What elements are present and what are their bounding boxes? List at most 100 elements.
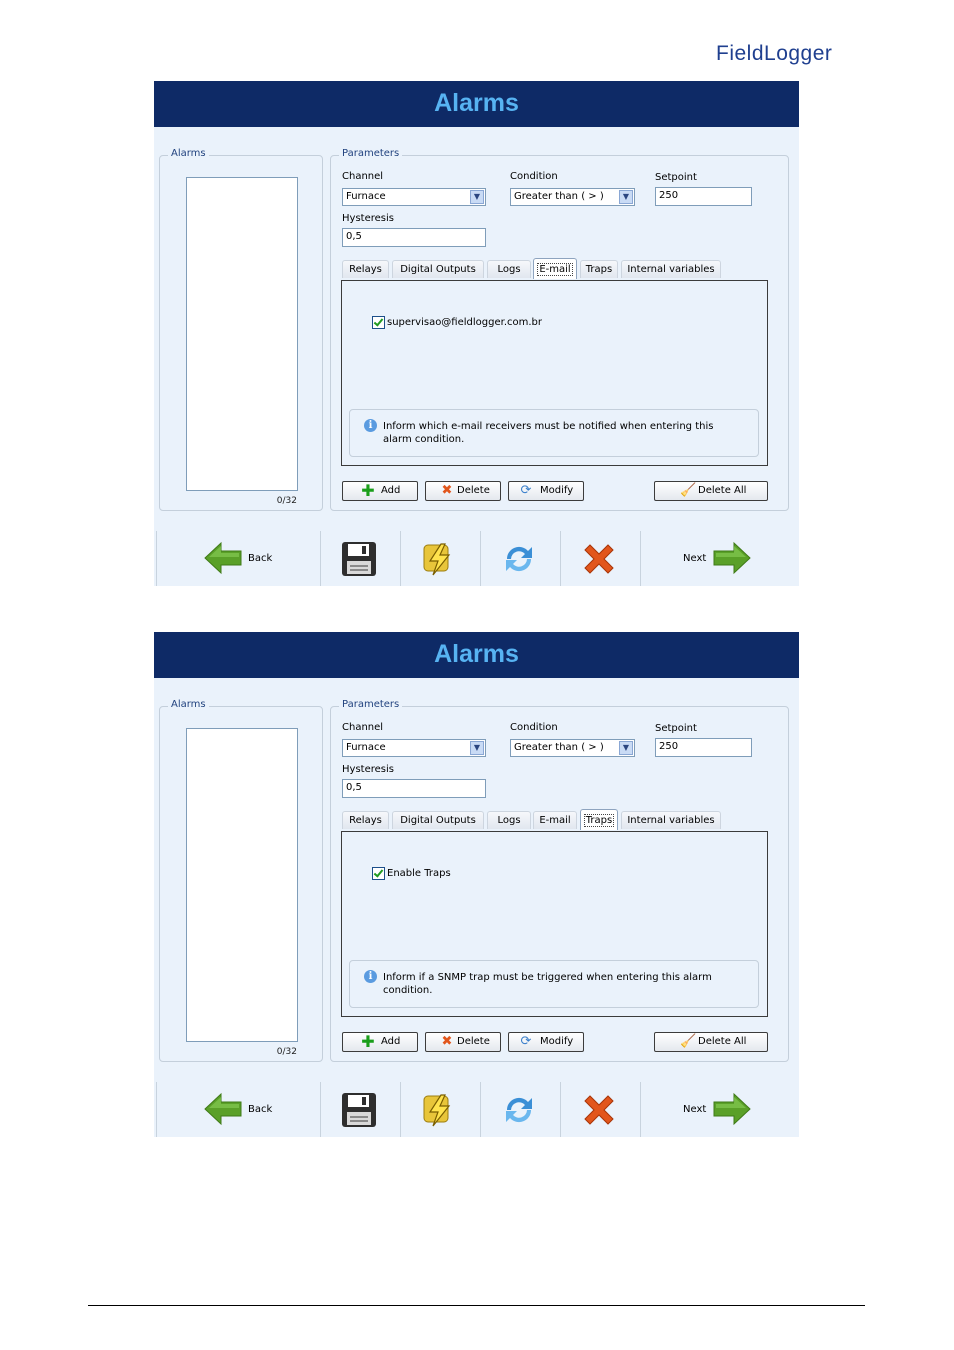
close-icon [584, 544, 614, 574]
tab-email[interactable]: E-mail [533, 811, 577, 829]
window-header: Alarms [154, 81, 799, 127]
info-text: Inform which e-mail receivers must be no… [383, 421, 714, 445]
refresh-icon: ⟳ [520, 483, 532, 498]
setpoint-input[interactable]: 250 [655, 738, 752, 757]
cancel-button[interactable] [560, 1082, 641, 1137]
hysteresis-value: 0,5 [346, 231, 362, 242]
arrow-right-icon [713, 1092, 751, 1126]
check-label: Enable Traps [387, 868, 451, 879]
channel-value: Furnace [346, 191, 386, 202]
channel-label: Channel [342, 171, 384, 182]
hysteresis-label: Hysteresis [342, 213, 394, 224]
back-label: Back [248, 553, 273, 564]
alarm-list[interactable] [186, 177, 298, 491]
activate-button[interactable] [400, 531, 481, 586]
setpoint-label: Setpoint [655, 172, 697, 183]
info-icon: i [364, 970, 377, 983]
chevron-down-icon[interactable]: ▼ [619, 190, 633, 204]
broom-icon: 🧹 [680, 483, 697, 498]
tab-logs[interactable]: Logs [487, 260, 531, 278]
next-label: Next [683, 553, 707, 564]
parameters-group-label: Parameters [339, 148, 403, 159]
refresh-button[interactable] [480, 531, 561, 586]
condition-label: Condition [510, 171, 558, 182]
refresh-icon: ⟳ [520, 1034, 532, 1049]
chevron-down-icon[interactable]: ▼ [470, 741, 484, 755]
delete-all-button[interactable]: 🧹 Delete All [654, 481, 768, 501]
save-button[interactable] [320, 531, 401, 586]
navigation-bar: Back Next [154, 1082, 799, 1137]
hysteresis-input[interactable]: 0,5 [342, 779, 486, 798]
refresh-icon [506, 1097, 532, 1123]
broom-icon: 🧹 [680, 1034, 697, 1049]
alarms-group-label: Alarms [168, 699, 209, 710]
cancel-button[interactable] [560, 531, 641, 586]
check-row[interactable]: Enable Traps [372, 867, 451, 880]
setpoint-label: Setpoint [655, 723, 697, 734]
tab-internal-variables[interactable]: Internal variables [621, 260, 721, 278]
window-title: Alarms [434, 640, 519, 668]
tab-logs[interactable]: Logs [487, 811, 531, 829]
parameters-group: Parameters Channel Furnace ▼ Condition G… [330, 148, 789, 511]
tab-relays[interactable]: Relays [342, 260, 389, 278]
save-button[interactable] [320, 1082, 401, 1137]
alarms-window-traps: Alarms Alarms 0/32 Parameters Channel Fu… [154, 632, 799, 1137]
condition-select[interactable]: Greater than ( > ) ▼ [510, 739, 635, 757]
alarm-list[interactable] [186, 728, 298, 1042]
delete-all-button[interactable]: 🧹 Delete All [654, 1032, 768, 1052]
back-button[interactable]: Back [156, 531, 321, 586]
tab-internal-variables[interactable]: Internal variables [621, 811, 721, 829]
checkbox-checked[interactable] [372, 316, 385, 329]
tab-digital-outputs[interactable]: Digital Outputs [392, 811, 484, 829]
tab-traps[interactable]: Traps [580, 260, 618, 278]
tab-traps[interactable]: Traps [580, 809, 618, 830]
tab-digital-outputs[interactable]: Digital Outputs [392, 260, 484, 278]
delete-x-icon: ✖ [441, 1034, 453, 1049]
next-button[interactable]: Next [640, 1082, 799, 1137]
setpoint-input[interactable]: 250 [655, 187, 752, 206]
hysteresis-input[interactable]: 0,5 [342, 228, 486, 247]
modify-button[interactable]: ⟳ Modify [508, 481, 584, 501]
condition-label: Condition [510, 722, 558, 733]
modify-button[interactable]: ⟳ Modify [508, 1032, 584, 1052]
next-button[interactable]: Next [640, 531, 799, 586]
delete-button[interactable]: ✖ Delete [425, 1032, 501, 1052]
lightning-icon [423, 543, 451, 576]
add-button[interactable]: ✚ Add [342, 481, 418, 501]
parameters-group-label: Parameters [339, 699, 403, 710]
channel-select[interactable]: Furnace ▼ [342, 739, 486, 757]
alarms-window-email: Alarms Alarms 0/32 Parameters Channel Fu… [154, 81, 799, 586]
setpoint-value: 250 [659, 190, 679, 201]
chevron-down-icon[interactable]: ▼ [619, 741, 633, 755]
tab-relays[interactable]: Relays [342, 811, 389, 829]
delete-button[interactable]: ✖ Delete [425, 481, 501, 501]
condition-select[interactable]: Greater than ( > ) ▼ [510, 188, 635, 206]
next-label: Next [683, 1104, 707, 1115]
delete-x-icon: ✖ [441, 483, 453, 498]
hysteresis-value: 0,5 [346, 782, 362, 793]
window-header: Alarms [154, 632, 799, 678]
floppy-disk-icon [342, 1093, 376, 1127]
tab-panel: Enable Traps i Inform if a SNMP trap mus… [341, 831, 768, 1017]
alarms-group-label: Alarms [168, 148, 209, 159]
checkbox-checked[interactable] [372, 867, 385, 880]
tab-email[interactable]: E-mail [533, 258, 577, 279]
channel-label: Channel [342, 722, 384, 733]
refresh-button[interactable] [480, 1082, 561, 1137]
logo-text: FieldLogger [716, 42, 833, 65]
plus-icon: ✚ [361, 1032, 375, 1051]
parameters-group: Parameters Channel Furnace ▼ Condition G… [330, 699, 789, 1062]
activate-button[interactable] [400, 1082, 481, 1137]
back-button[interactable]: Back [156, 1082, 321, 1137]
condition-value: Greater than ( > ) [514, 742, 604, 753]
channel-select[interactable]: Furnace ▼ [342, 188, 486, 206]
info-box: i Inform if a SNMP trap must be triggere… [349, 960, 759, 1008]
check-label: supervisao@fieldlogger.com.br [387, 317, 542, 328]
chevron-down-icon[interactable]: ▼ [470, 190, 484, 204]
add-button[interactable]: ✚ Add [342, 1032, 418, 1052]
close-icon [584, 1095, 614, 1125]
alarm-count: 0/32 [276, 496, 297, 506]
info-box: i Inform which e-mail receivers must be … [349, 409, 759, 457]
check-row[interactable]: supervisao@fieldlogger.com.br [372, 316, 542, 329]
arrow-left-icon [204, 541, 242, 575]
